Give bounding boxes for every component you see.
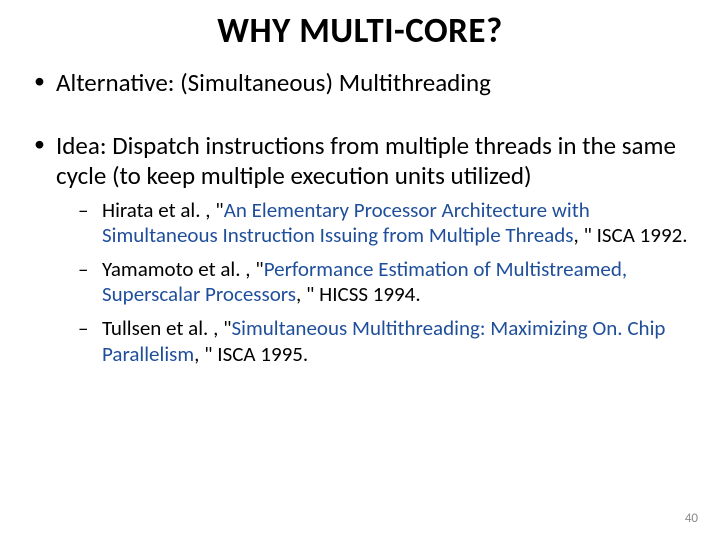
bullet-idea-text: Dispatch instructions from multiple thre…: [56, 130, 676, 192]
ref-post: , " HICSS 1994.: [296, 281, 421, 307]
ref-pre: Hirata et al. , ": [102, 197, 224, 223]
bullet-list: Alternative: (Simultaneous) Multithreadi…: [30, 68, 690, 367]
slide: WHY MULTI-CORE? Alternative: (Simultaneo…: [0, 0, 720, 540]
ref-pre: Yamamoto et al. , ": [102, 256, 264, 282]
ref-pre: Tullsen et al. , ": [102, 315, 232, 341]
reference-list: Hirata et al. , "An Elementary Processor…: [56, 198, 690, 368]
bullet-idea: Idea: Dispatch instructions from multipl…: [30, 131, 690, 368]
ref-post: , " ISCA 1992.: [573, 222, 687, 248]
slide-title: WHY MULTI-CORE?: [30, 10, 690, 52]
bullet-alternative-text: Alternative: (Simultaneous) Multithreadi…: [56, 67, 491, 98]
bullet-idea-label: Idea:: [56, 130, 107, 161]
page-number: 40: [685, 511, 698, 526]
reference-item: Tullsen et al. , "Simultaneous Multithre…: [56, 316, 690, 367]
reference-item: Yamamoto et al. , "Performance Estimatio…: [56, 257, 690, 308]
bullet-alternative: Alternative: (Simultaneous) Multithreadi…: [30, 68, 690, 99]
ref-post: , " ISCA 1995.: [194, 341, 308, 367]
reference-item: Hirata et al. , "An Elementary Processor…: [56, 198, 690, 249]
